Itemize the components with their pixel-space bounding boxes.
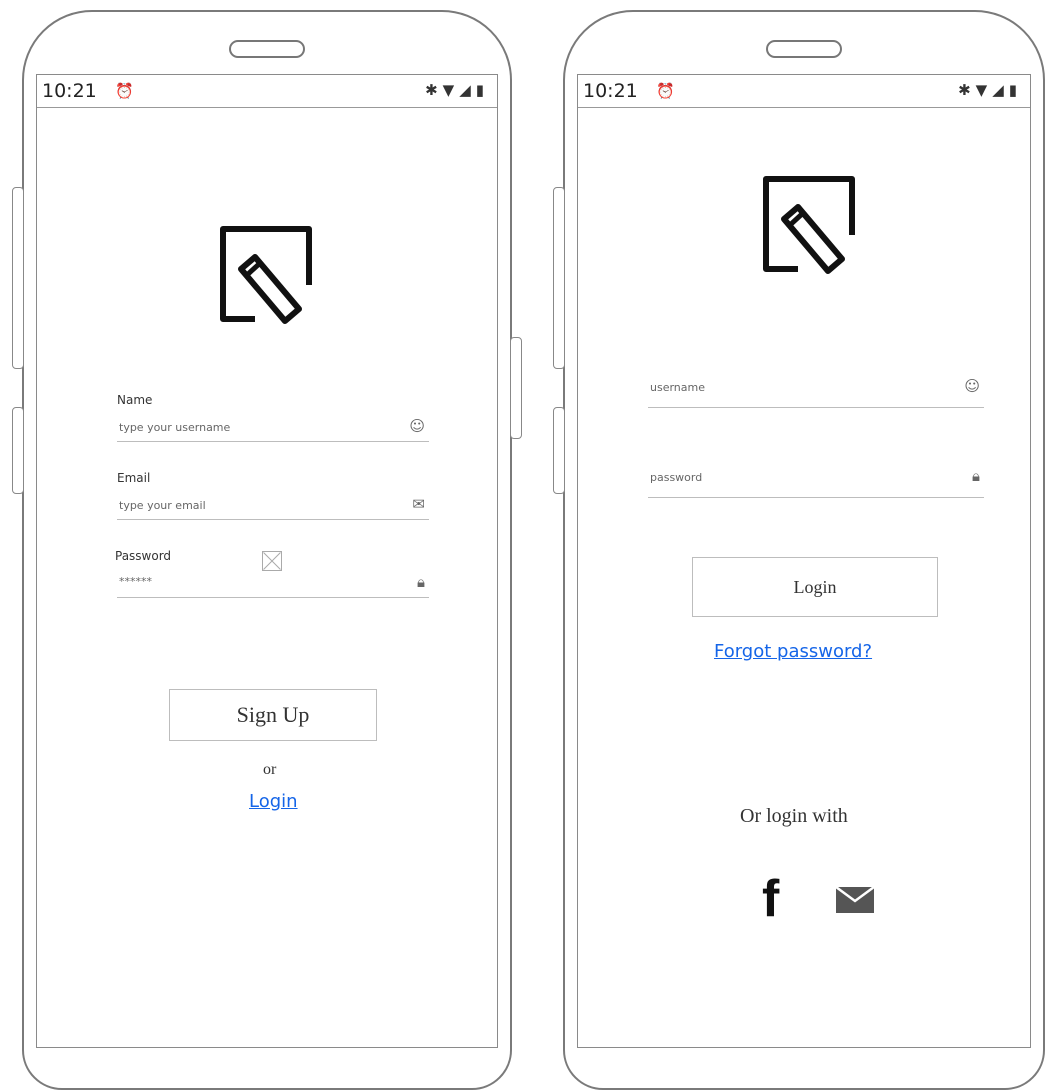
username-placeholder: username (650, 381, 705, 394)
password-label: Password (115, 549, 172, 563)
user-icon: ☺ (964, 377, 980, 395)
email-label: Email (117, 471, 151, 485)
alarm-icon: ⏰ (115, 82, 134, 100)
wifi-icon: ▼ (442, 81, 460, 99)
name-field[interactable]: type your username ☺ (117, 413, 429, 442)
login-screen: 10:21 ⏰ ✱▼◢▮ username ☺ password 🔒︎ Logi… (577, 74, 1031, 1048)
bluetooth-icon: ✱ (958, 81, 976, 99)
edit-logo-icon (207, 215, 327, 335)
login-button[interactable]: Login (692, 557, 938, 617)
side-button (12, 187, 24, 369)
status-bar: 10:21 ⏰ ✱▼◢▮ (37, 75, 497, 108)
status-bar: 10:21 ⏰ ✱▼◢▮ (578, 75, 1030, 108)
status-time: 10:21 (583, 80, 638, 102)
username-field[interactable]: username ☺ (648, 367, 984, 408)
wifi-icon: ▼ (975, 81, 993, 99)
login-link[interactable]: Login (249, 791, 298, 812)
side-button (12, 407, 24, 494)
email-placeholder: type your email (119, 499, 206, 512)
facebook-icon[interactable]: f (762, 869, 779, 929)
or-text: or (263, 761, 277, 778)
signup-phone-frame: 10:21 ⏰ ✱▼◢▮ Name type your username ☺ E… (12, 10, 522, 1090)
signup-button[interactable]: Sign Up (169, 689, 377, 741)
email-field[interactable]: type your email ✉ (117, 491, 429, 520)
name-placeholder: type your username (119, 421, 231, 434)
side-button (553, 187, 565, 369)
name-label: Name (117, 393, 153, 407)
bluetooth-icon: ✱ (425, 81, 443, 99)
edit-logo-icon (750, 165, 870, 285)
status-icons: ✱▼◢▮ (958, 81, 1022, 99)
signal-icon: ◢ (992, 81, 1009, 99)
side-button (510, 337, 522, 439)
status-time: 10:21 (42, 80, 97, 102)
user-icon: ☺ (409, 417, 425, 435)
signal-icon: ◢ (459, 81, 476, 99)
forgot-password-link[interactable]: Forgot password? (714, 641, 872, 662)
battery-icon: ▮ (1008, 81, 1022, 99)
password-value: ****** (119, 575, 152, 588)
password-placeholder: password (650, 471, 703, 484)
battery-icon: ▮ (475, 81, 489, 99)
password-field[interactable]: password 🔒︎ (648, 457, 984, 498)
lock-icon: 🔒︎ (972, 467, 980, 485)
side-button (553, 407, 565, 494)
login-phone-frame: 10:21 ⏰ ✱▼◢▮ username ☺ password 🔒︎ Logi… (553, 10, 1045, 1090)
email-icon: ✉ (412, 495, 425, 513)
password-field[interactable]: ****** 🔒︎ (117, 569, 429, 598)
email-icon[interactable] (836, 887, 874, 913)
speaker-grille (229, 40, 305, 58)
signup-screen: 10:21 ⏰ ✱▼◢▮ Name type your username ☺ E… (36, 74, 498, 1048)
or-login-with-text: Or login with (740, 805, 848, 827)
lock-icon: 🔒︎ (417, 573, 425, 591)
alarm-icon: ⏰ (656, 82, 675, 100)
status-icons: ✱▼◢▮ (425, 81, 489, 99)
speaker-grille (766, 40, 842, 58)
show-password-checkbox[interactable] (262, 551, 282, 571)
